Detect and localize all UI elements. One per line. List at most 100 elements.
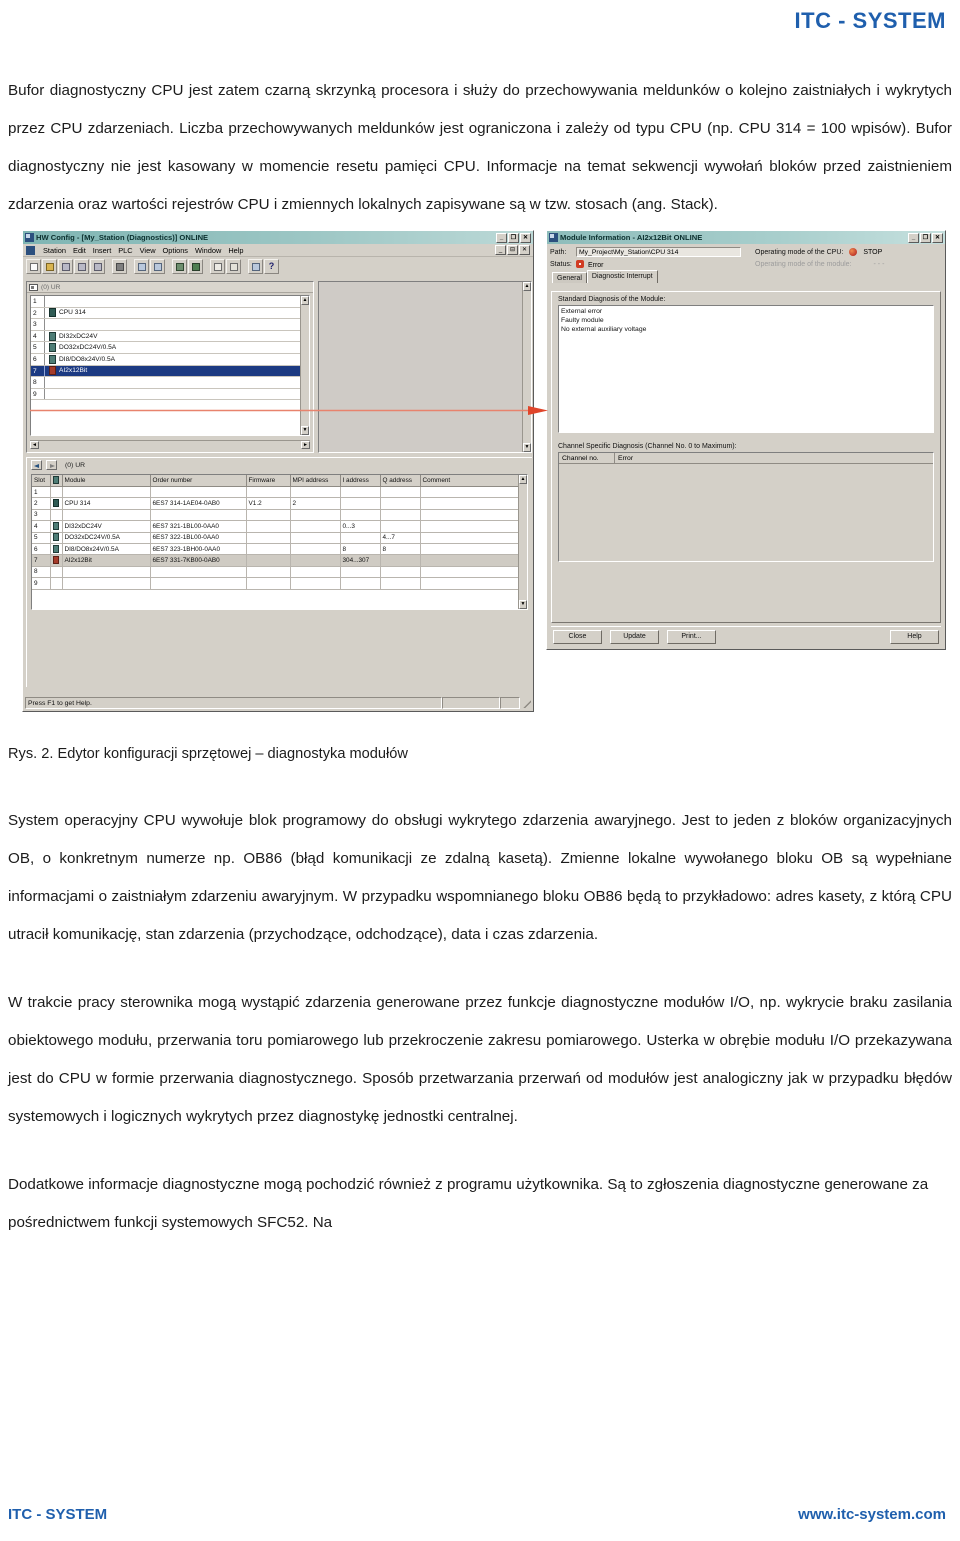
table-row-selected[interactable]: 7 AI2x12Bit 6ES7 331-7KB00-0AB0 304...30… xyxy=(32,554,527,567)
module-info-window-controls[interactable]: _ ❐ ✕ xyxy=(908,232,943,243)
table-row[interactable]: 2 CPU 314 6ES7 314-1AE04-0AB0 V1.2 2 xyxy=(32,497,527,510)
rack-row-selected[interactable]: 7 AI2x12Bit xyxy=(31,365,300,378)
scroll-up-icon[interactable]: ▲ xyxy=(523,282,531,291)
column-header-q-address[interactable]: Q address xyxy=(380,475,421,487)
mdi-minimize-button[interactable]: _ xyxy=(495,245,506,255)
menu-item-insert[interactable]: Insert xyxy=(93,246,111,255)
scroll-up-icon[interactable]: ▲ xyxy=(301,296,309,305)
maximize-button[interactable]: ❐ xyxy=(920,232,931,243)
tab-diagnostic-interrupt[interactable]: Diagnostic Interrupt xyxy=(586,270,658,283)
module-window-icon[interactable] xyxy=(210,258,225,274)
close-button[interactable]: Close xyxy=(553,629,602,644)
module-information-window[interactable]: Module Information - AI2x12Bit ONLINE _ … xyxy=(546,230,946,650)
next-rack-icon[interactable] xyxy=(46,460,57,470)
menu-item-view[interactable]: View xyxy=(140,246,156,255)
rack-row[interactable]: 6 DI8/DO8x24V/0.5A xyxy=(31,353,300,366)
graphic-vertical-scrollbar[interactable]: ▲ ▼ xyxy=(522,282,531,452)
column-header-comment[interactable]: Comment xyxy=(420,475,527,487)
channel-diagnosis-table[interactable]: Channel no. Error xyxy=(558,452,934,562)
rack-row[interactable]: 2 CPU 314 xyxy=(31,307,300,320)
maximize-button[interactable]: ❐ xyxy=(508,232,519,243)
rack-row[interactable]: 8 xyxy=(31,377,300,389)
mdi-restore-button[interactable]: ⊟ xyxy=(507,245,518,255)
hw-config-window[interactable]: HW Config - [My_Station (Diagnostics)] O… xyxy=(22,230,534,712)
menu-item-plc[interactable]: PLC xyxy=(118,246,132,255)
hw-config-titlebar[interactable]: HW Config - [My_Station (Diagnostics)] O… xyxy=(23,231,533,244)
scroll-down-icon[interactable]: ▼ xyxy=(523,443,531,452)
rack-row[interactable]: 3 xyxy=(31,319,300,331)
hw-config-menubar[interactable]: Station Edit Insert PLC View Options Win… xyxy=(23,244,533,257)
resize-grip-icon[interactable] xyxy=(521,697,531,708)
menu-item-window[interactable]: Window xyxy=(195,246,221,255)
detail-nav-strip[interactable]: (0) UR xyxy=(27,458,532,472)
table-row[interactable]: 9 xyxy=(32,577,527,590)
footer-website[interactable]: www.itc-system.com xyxy=(798,1506,946,1523)
rack-graphic-pane[interactable]: ▲ ▼ xyxy=(318,281,532,453)
column-header-i-address[interactable]: I address xyxy=(340,475,381,487)
help-pointer-icon[interactable] xyxy=(264,258,279,274)
scroll-left-icon[interactable]: ◄ xyxy=(30,441,39,449)
catalog-window-icon[interactable] xyxy=(226,258,241,274)
scroll-up-icon[interactable]: ▲ xyxy=(519,475,527,484)
scroll-down-icon[interactable]: ▼ xyxy=(519,600,527,609)
new-file-icon[interactable] xyxy=(26,258,41,274)
update-button[interactable]: Update xyxy=(610,629,659,644)
save-download-icon[interactable] xyxy=(58,258,73,274)
save-memory-icon[interactable] xyxy=(90,258,105,274)
mdi-close-button[interactable]: ✕ xyxy=(519,245,530,255)
menu-item-station[interactable]: Station xyxy=(43,246,66,255)
table-row[interactable]: 5 DO32xDC24V/0.5A 6ES7 322-1BL00-0AA0 4.… xyxy=(32,532,527,544)
column-header-slot[interactable]: Slot xyxy=(32,475,51,487)
scroll-down-icon[interactable]: ▼ xyxy=(301,426,309,435)
column-header-error[interactable]: Error xyxy=(615,453,933,463)
rack-list-horizontal-scrollbar[interactable]: ◄ ► xyxy=(30,440,310,449)
module-info-button-row[interactable]: Close Update Print... Help xyxy=(553,629,939,644)
upload-from-plc-icon[interactable] xyxy=(188,258,203,274)
table-row[interactable]: 4 DI32xDC24V 6ES7 321-1BL00-0AA0 0...3 xyxy=(32,520,527,533)
rack-list-vertical-scrollbar[interactable]: ▲ ▼ xyxy=(300,296,309,435)
menu-item-edit[interactable]: Edit xyxy=(73,246,86,255)
rack-slot-list[interactable]: 1 2 CPU 314 3 4 DI32xDC24V 5 DO32xDC24V/… xyxy=(30,295,310,436)
close-button[interactable]: ✕ xyxy=(932,232,943,243)
rack-row[interactable]: 4 DI32xDC24V xyxy=(31,330,300,343)
copy-icon[interactable] xyxy=(134,258,149,274)
previous-rack-icon[interactable] xyxy=(31,460,42,470)
rack-row[interactable]: 5 DO32xDC24V/0.5A xyxy=(31,342,300,354)
paste-icon[interactable] xyxy=(150,258,165,274)
scroll-right-icon[interactable]: ► xyxy=(301,441,310,449)
column-header-mpi-address[interactable]: MPI address xyxy=(290,475,341,487)
save-icon[interactable] xyxy=(74,258,89,274)
column-header-module[interactable]: Module xyxy=(62,475,151,487)
module-info-tabs[interactable]: General Diagnostic Interrupt xyxy=(547,270,945,283)
download-to-plc-icon[interactable] xyxy=(172,258,187,274)
open-folder-icon[interactable] xyxy=(42,258,57,274)
path-field[interactable]: My_Project\My_Station\CPU 314 xyxy=(576,247,741,257)
table-row[interactable]: 1 xyxy=(32,486,527,499)
module-table-pane[interactable]: Slot Module Order number Firmware MPI ad… xyxy=(31,474,528,610)
table-row[interactable]: 8 xyxy=(32,566,527,579)
rack-row[interactable]: 9 xyxy=(31,388,300,401)
mdi-window-controls[interactable]: _ ⊟ ✕ xyxy=(495,245,530,255)
menu-item-options[interactable]: Options xyxy=(163,246,188,255)
table-row[interactable]: 6 DI8/DO8x24V/0.5A 6ES7 323-1BH00-0AA0 8… xyxy=(32,543,527,556)
close-button[interactable]: ✕ xyxy=(520,232,531,243)
menu-item-help[interactable]: Help xyxy=(228,246,243,255)
table-row[interactable]: 3 xyxy=(32,509,527,522)
rack-list-pane[interactable]: (0) UR 1 2 CPU 314 3 4 DI32xDC24V 5 DO32… xyxy=(26,281,314,453)
standard-diagnosis-list[interactable]: External error Faulty module No external… xyxy=(558,305,934,433)
minimize-button[interactable]: _ xyxy=(496,232,507,243)
column-header-firmware[interactable]: Firmware xyxy=(246,475,291,487)
module-info-titlebar[interactable]: Module Information - AI2x12Bit ONLINE _ … xyxy=(547,231,945,244)
print-icon[interactable] xyxy=(112,258,127,274)
column-header-channel-no[interactable]: Channel no. xyxy=(559,453,615,463)
help-button[interactable]: Help xyxy=(890,629,939,644)
print-button[interactable]: Print... xyxy=(667,629,716,644)
hw-config-toolbar[interactable] xyxy=(23,257,533,275)
column-header-order-number[interactable]: Order number xyxy=(150,475,247,487)
hw-config-window-controls[interactable]: _ ❐ ✕ xyxy=(496,232,531,243)
tab-general[interactable]: General xyxy=(552,272,587,283)
diagnostics-icon[interactable] xyxy=(248,258,263,274)
module-table-vertical-scrollbar[interactable]: ▲ ▼ xyxy=(518,475,527,609)
module-table[interactable]: Slot Module Order number Firmware MPI ad… xyxy=(32,475,527,590)
rack-row[interactable]: 1 xyxy=(31,296,300,308)
